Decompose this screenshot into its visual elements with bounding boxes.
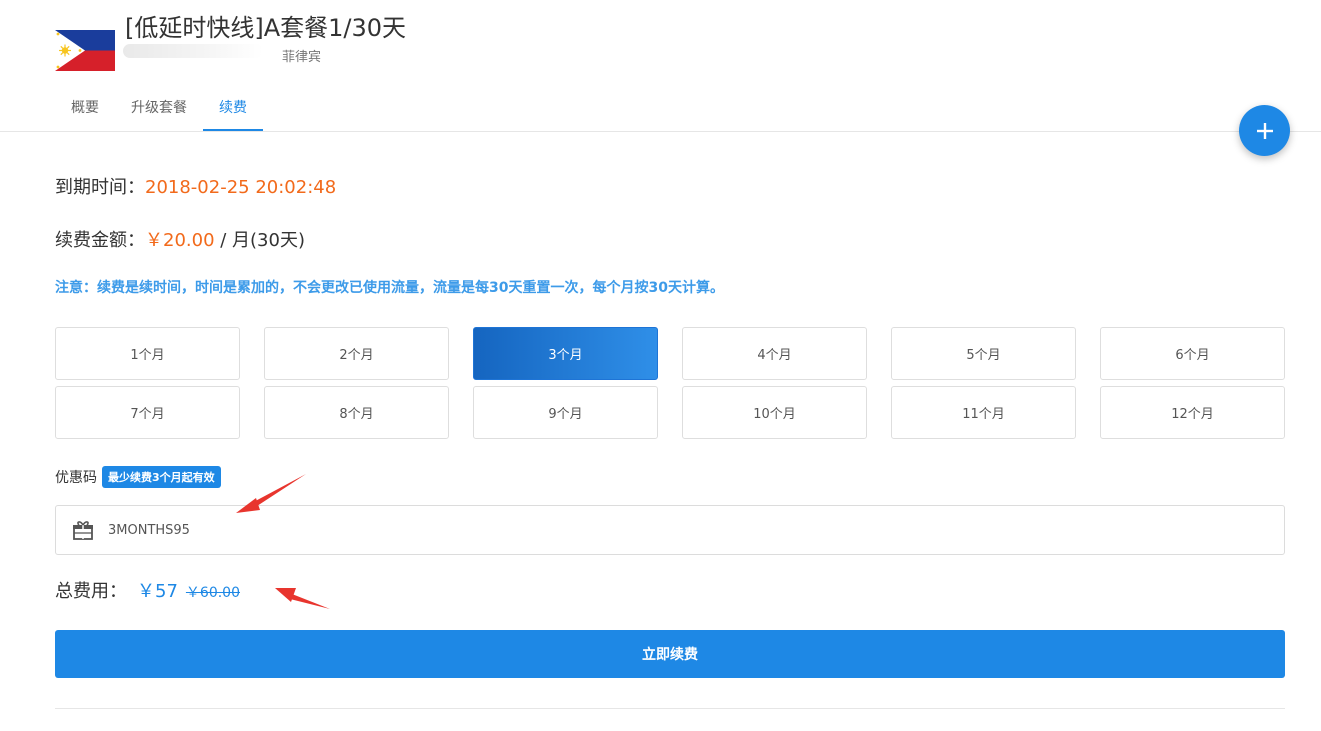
renew-amount-label: 续费金额： bbox=[55, 230, 145, 251]
add-button[interactable] bbox=[1239, 105, 1290, 156]
duration-option-4[interactable]: 4个月 bbox=[682, 327, 867, 380]
tab-overview[interactable]: 概要 bbox=[55, 86, 115, 131]
coupon-input[interactable] bbox=[106, 521, 1210, 539]
duration-options: 1个月 2个月 3个月 4个月 5个月 6个月 7个月 8个月 9个月 10个月… bbox=[55, 327, 1285, 439]
duration-option-1[interactable]: 1个月 bbox=[55, 327, 240, 380]
duration-option-2[interactable]: 2个月 bbox=[264, 327, 449, 380]
duration-option-9[interactable]: 9个月 bbox=[473, 386, 658, 439]
duration-option-3[interactable]: 3个月 bbox=[473, 327, 658, 380]
expire-row: 到期时间：2018-02-25 20:02:48 bbox=[55, 173, 336, 199]
redacted-info bbox=[123, 44, 263, 58]
philippines-flag-icon bbox=[55, 30, 115, 71]
coupon-requirement-badge: 最少续费3个月起有效 bbox=[102, 466, 221, 488]
renew-amount-row: 续费金额：￥20.00 / 月(30天) bbox=[55, 226, 305, 252]
tab-renew[interactable]: 续费 bbox=[203, 86, 263, 131]
divider bbox=[55, 708, 1285, 709]
renew-amount-value: ￥20.00 bbox=[145, 230, 215, 251]
renew-submit-button[interactable]: 立即续费 bbox=[55, 630, 1285, 678]
total-label: 总费用： bbox=[55, 581, 127, 602]
coupon-label: 优惠码 bbox=[55, 470, 97, 486]
annotation-arrow-total bbox=[275, 588, 330, 609]
duration-option-12[interactable]: 12个月 bbox=[1100, 386, 1285, 439]
coupon-label-row: 优惠码 最少续费3个月起有效 bbox=[55, 466, 221, 488]
tab-bar: 概要 升级套餐 续费 bbox=[55, 86, 263, 131]
duration-option-11[interactable]: 11个月 bbox=[891, 386, 1076, 439]
tab-upgrade[interactable]: 升级套餐 bbox=[115, 86, 203, 131]
duration-option-6[interactable]: 6个月 bbox=[1100, 327, 1285, 380]
renew-amount-unit: / 月(30天) bbox=[214, 230, 305, 251]
duration-option-5[interactable]: 5个月 bbox=[891, 327, 1076, 380]
total-price: ￥57 bbox=[137, 581, 178, 602]
expire-value: 2018-02-25 20:02:48 bbox=[145, 177, 337, 198]
gift-icon bbox=[73, 521, 93, 540]
annotation-arrow-coupon bbox=[236, 474, 306, 513]
page-header: [低延时快线]A套餐1/30天 菲律宾 概要 升级套餐 续费 bbox=[0, 0, 1321, 132]
duration-option-8[interactable]: 8个月 bbox=[264, 386, 449, 439]
plus-icon bbox=[1256, 122, 1273, 139]
product-title: [低延时快线]A套餐1/30天 bbox=[125, 14, 407, 42]
duration-option-7[interactable]: 7个月 bbox=[55, 386, 240, 439]
expire-label: 到期时间： bbox=[55, 177, 145, 198]
duration-option-10[interactable]: 10个月 bbox=[682, 386, 867, 439]
renew-notice: 注意：续费是续时间，时间是累加的，不会更改已使用流量，流量是每30天重置一次，每… bbox=[55, 280, 724, 296]
total-row: 总费用： ￥57 ￥60.00 bbox=[55, 577, 240, 603]
region-label: 菲律宾 bbox=[282, 50, 322, 65]
original-price: ￥60.00 bbox=[185, 585, 240, 601]
